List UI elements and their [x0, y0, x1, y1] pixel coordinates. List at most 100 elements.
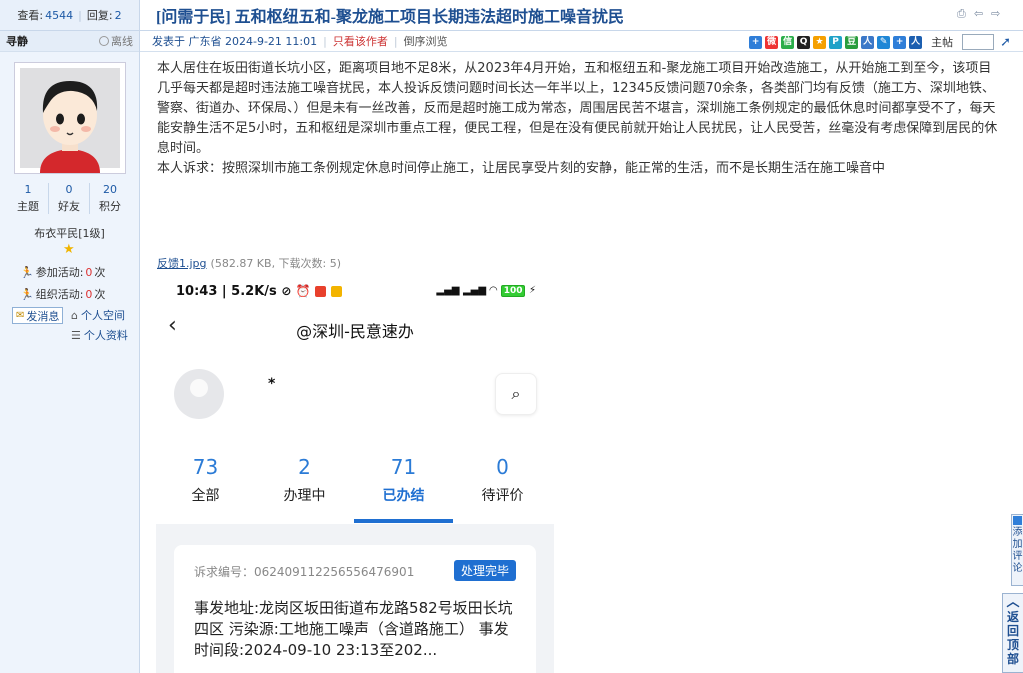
rank-star-icon: ★ — [63, 242, 75, 257]
phone-status-right: ▂▄▆ ▂▄▆ ◠ 100 ⚡ — [436, 285, 536, 297]
signal-icon-2: ▂▄▆ — [462, 285, 487, 296]
add-comment-label: 添加评论 — [1012, 527, 1023, 574]
tab-completed[interactable]: 71 已办结 — [354, 453, 453, 523]
author-row: 寻静 离线 — [0, 31, 139, 52]
activity-organize: 🏃 组织活动: 0 次 — [20, 286, 105, 302]
qq-icon[interactable]: Q — [797, 35, 811, 49]
activity-org-label: 组织活动: — [35, 288, 84, 301]
only-author-link[interactable]: 只看该作者 — [333, 33, 388, 49]
search-icon[interactable]: ⌕ — [495, 373, 537, 415]
tab-label: 办理中 — [283, 488, 326, 504]
send-message-button[interactable]: ✉ 发消息 — [12, 307, 64, 324]
attachment-image[interactable]: 10:43 | 5.2K/s ⊘ ⏰ ▂▄▆ ▂▄▆ ◠ 100 ⚡ ‹ @深圳… — [156, 277, 554, 673]
runner-icon: 🏃 — [20, 265, 34, 279]
douban-icon[interactable]: 豆 — [845, 35, 859, 49]
add-icon[interactable]: + — [893, 35, 907, 49]
post-paragraph: 本人居住在坂田街道长坑小区，距离项目地不足8米，从2023年4月开始，五和枢纽五… — [157, 61, 998, 156]
user-stat-friends[interactable]: 0 好友 — [48, 183, 89, 214]
views-label: 查看: — [17, 9, 44, 22]
activity-join-label: 参加活动: — [35, 266, 84, 279]
online-status-text: 离线 — [111, 35, 133, 48]
app-notify-icon — [315, 286, 327, 297]
complaint-card[interactable]: 诉求编号：062409112256556476901 处理完毕 事发地址:龙岗区… — [174, 545, 536, 673]
user-stat-label: 主题 — [17, 200, 39, 213]
user-stat-topics[interactable]: 1 主题 — [8, 183, 48, 214]
activity-join-count: 0 — [85, 265, 93, 279]
weibo-icon[interactable]: 微 — [765, 35, 779, 49]
thread-stats: 查看: 4544 | 回复: 2 — [0, 0, 140, 30]
wifi-icon: ◠ — [489, 285, 498, 296]
floor-jump-input[interactable] — [962, 34, 995, 50]
profile-icon: ☰ — [71, 328, 81, 342]
next-thread-icon[interactable]: ⇨ — [991, 8, 1003, 20]
online-status: 离线 — [99, 33, 133, 49]
thread-title: 五和枢纽五和-聚龙施工项目长期违法超时施工噪音扰民 — [234, 9, 625, 26]
user-stat-label: 积分 — [99, 200, 121, 213]
personal-space-label: 个人空间 — [80, 309, 125, 322]
avatar[interactable] — [14, 62, 126, 174]
qzone-icon[interactable]: ★ — [813, 35, 827, 49]
views-count: 4544 — [45, 8, 74, 22]
user-rank[interactable]: 布衣平民[1级] — [0, 225, 139, 241]
meta-divider: | — [393, 34, 398, 48]
home-icon: ⌂ — [71, 308, 78, 322]
prev-thread-icon[interactable]: ⇦ — [974, 8, 986, 20]
person-icon[interactable]: 人 — [909, 35, 923, 49]
user-stat-points[interactable]: 20 积分 — [89, 183, 130, 214]
tab-all[interactable]: 73 全部 — [156, 453, 255, 523]
avatar-head-icon — [190, 379, 208, 397]
phone-status-text: 10:43 | 5.2K/s — [176, 284, 277, 299]
attachment-filename[interactable]: 反馈1.jpg — [157, 255, 207, 271]
add-comment-button[interactable]: 添加评论 — [1011, 514, 1023, 586]
edit-icon[interactable]: ✎ — [877, 35, 891, 49]
activity-org-count: 0 — [85, 287, 93, 301]
floor-label: 主帖 — [931, 36, 954, 49]
meta-divider: | — [323, 34, 327, 48]
status-badge: 处理完毕 — [453, 560, 516, 581]
post-meta: 发表于 广东省 2024-9-21 11:01 | 只看该作者 | 倒序浏览 +… — [140, 31, 1023, 52]
jump-floor-icon[interactable]: ➚ — [1000, 35, 1011, 50]
alarm-icon: ⏰ — [295, 284, 311, 298]
complaint-code: 诉求编号：062409112256556476901 — [194, 565, 415, 579]
thread-tools: ⎙ ⇦ ⇨ — [957, 8, 1003, 20]
personal-space-link[interactable]: ⌂ 个人空间 — [71, 307, 125, 323]
share-toolbar: + 微 信 Q ★ P 豆 人 ✎ + 人 主帖 ➚ — [749, 34, 1011, 50]
wechat-icon[interactable]: 信 — [781, 35, 795, 49]
avatar-icon — [20, 68, 120, 173]
back-to-top-label: 返回顶部 — [1007, 610, 1020, 666]
runner-icon: 🏃 — [20, 287, 34, 301]
author-name[interactable]: 寻静 — [6, 33, 28, 49]
replies-count: 2 — [114, 8, 122, 22]
tab-pending-review[interactable]: 0 待评价 — [453, 453, 552, 523]
back-to-top-button[interactable]: ︿ 返回顶部 — [1002, 593, 1023, 673]
phone-profile-area: * ⌕ — [156, 351, 554, 461]
user-stat-value: 0 — [65, 183, 73, 196]
phone-nickname: * — [268, 376, 276, 392]
phone-nav-title: @深圳-民意速办 — [296, 322, 414, 341]
tab-in-progress[interactable]: 2 办理中 — [255, 453, 354, 523]
post-date: 发表于 广东省 2024-9-21 11:01 — [152, 35, 318, 48]
phone-tabs: 73 全部 2 办理中 71 已办结 0 待评价 — [156, 453, 554, 523]
tab-label: 全部 — [191, 488, 220, 504]
battery-icon: 100 — [500, 285, 526, 297]
stats-divider: | — [78, 8, 82, 22]
attachment: 反馈1.jpg (582.87 KB, 下载次数: 5) — [157, 255, 341, 271]
print-icon[interactable]: ⎙ — [957, 8, 969, 20]
phone-status-time: 10:43 | 5.2K/s ⊘ ⏰ — [176, 284, 342, 299]
tab-count: 0 — [496, 455, 509, 479]
comment-icon — [1013, 516, 1022, 525]
mute-icon: ⊘ — [281, 284, 292, 298]
personal-profile-link[interactable]: ☰ 个人资料 — [71, 327, 128, 343]
pengyou-icon[interactable]: P — [829, 35, 843, 49]
personal-profile-label: 个人资料 — [83, 329, 128, 342]
charging-icon: ⚡ — [528, 285, 536, 296]
reverse-order-link[interactable]: 倒序浏览 — [404, 33, 448, 49]
plus-share-icon[interactable]: + — [749, 35, 763, 49]
signal-icon: ▂▄▆ — [436, 285, 460, 296]
renren-icon[interactable]: 人 — [861, 35, 875, 49]
activity-unit: 次 — [94, 266, 106, 279]
post-paragraph: 本人诉求：按照深圳市施工条例规定休息时间停止施工，让居民享受片刻的安静，能正常的… — [157, 161, 886, 176]
user-stat-value: 20 — [103, 183, 117, 196]
thread-category[interactable]: [问需于民] — [156, 3, 231, 27]
complaint-detail: 事发地址:龙岗区坂田街道布龙路582号坂田长坑四区 污染源:工地施工噪声（含道路… — [194, 599, 513, 659]
